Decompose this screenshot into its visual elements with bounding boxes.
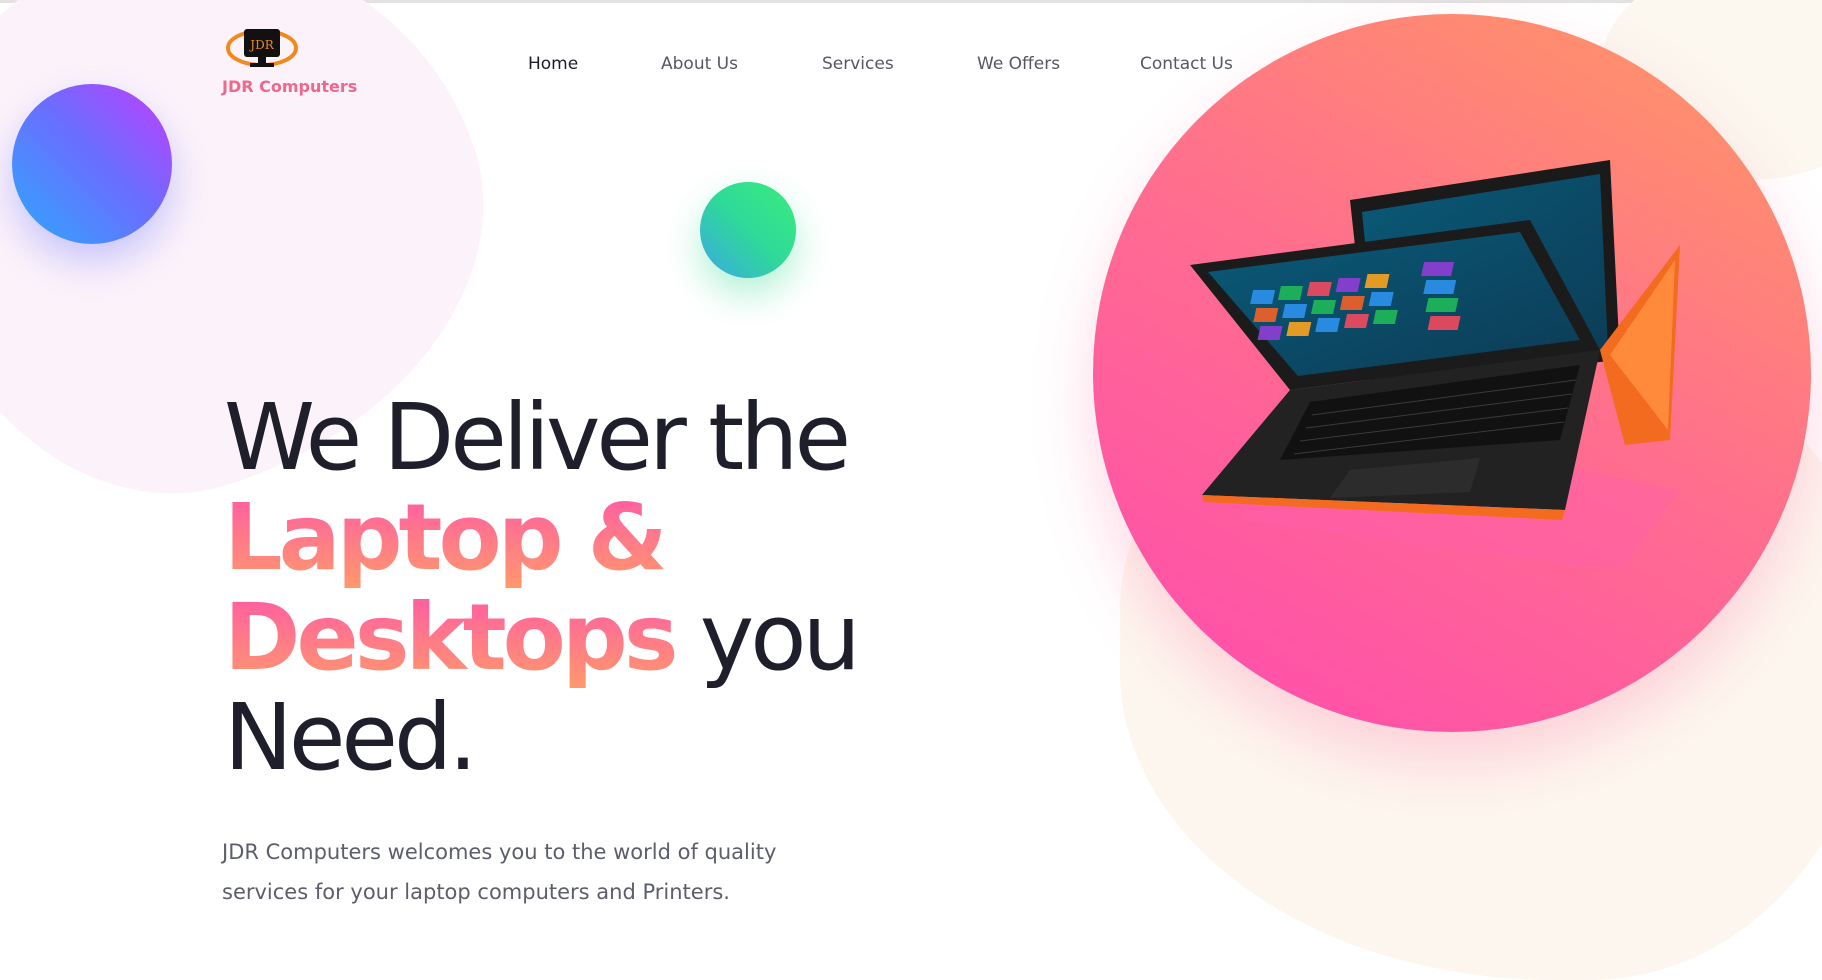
nav-we-offers[interactable]: We Offers bbox=[977, 54, 1060, 74]
headline-highlight-2: Desktops bbox=[224, 584, 679, 691]
headline-line-4: Need. bbox=[224, 684, 478, 791]
nav-services[interactable]: Services bbox=[822, 54, 894, 74]
decorative-circle-blue bbox=[12, 84, 172, 244]
nav-home[interactable]: Home bbox=[528, 54, 578, 74]
headline-line-3: Desktops you bbox=[224, 588, 904, 688]
main-nav: Home About Us Services We Offers Contact… bbox=[0, 54, 1300, 84]
laptop-illustration bbox=[1190, 160, 1680, 570]
headline-line-3-rest: you bbox=[674, 584, 861, 691]
svg-text:JDR: JDR bbox=[248, 38, 274, 52]
headline-highlight-1: Laptop & bbox=[224, 484, 668, 591]
headline-line-1: We Deliver the bbox=[224, 384, 851, 491]
nav-contact-us[interactable]: Contact Us bbox=[1140, 54, 1233, 74]
hero-headline: We Deliver the Laptop & Desktops you Nee… bbox=[224, 388, 904, 788]
nav-about-us[interactable]: About Us bbox=[661, 54, 738, 74]
decorative-circle-green bbox=[700, 182, 796, 278]
headline-line-2: Laptop & bbox=[224, 488, 904, 588]
hero-description: JDR Computers welcomes you to the world … bbox=[222, 840, 777, 904]
